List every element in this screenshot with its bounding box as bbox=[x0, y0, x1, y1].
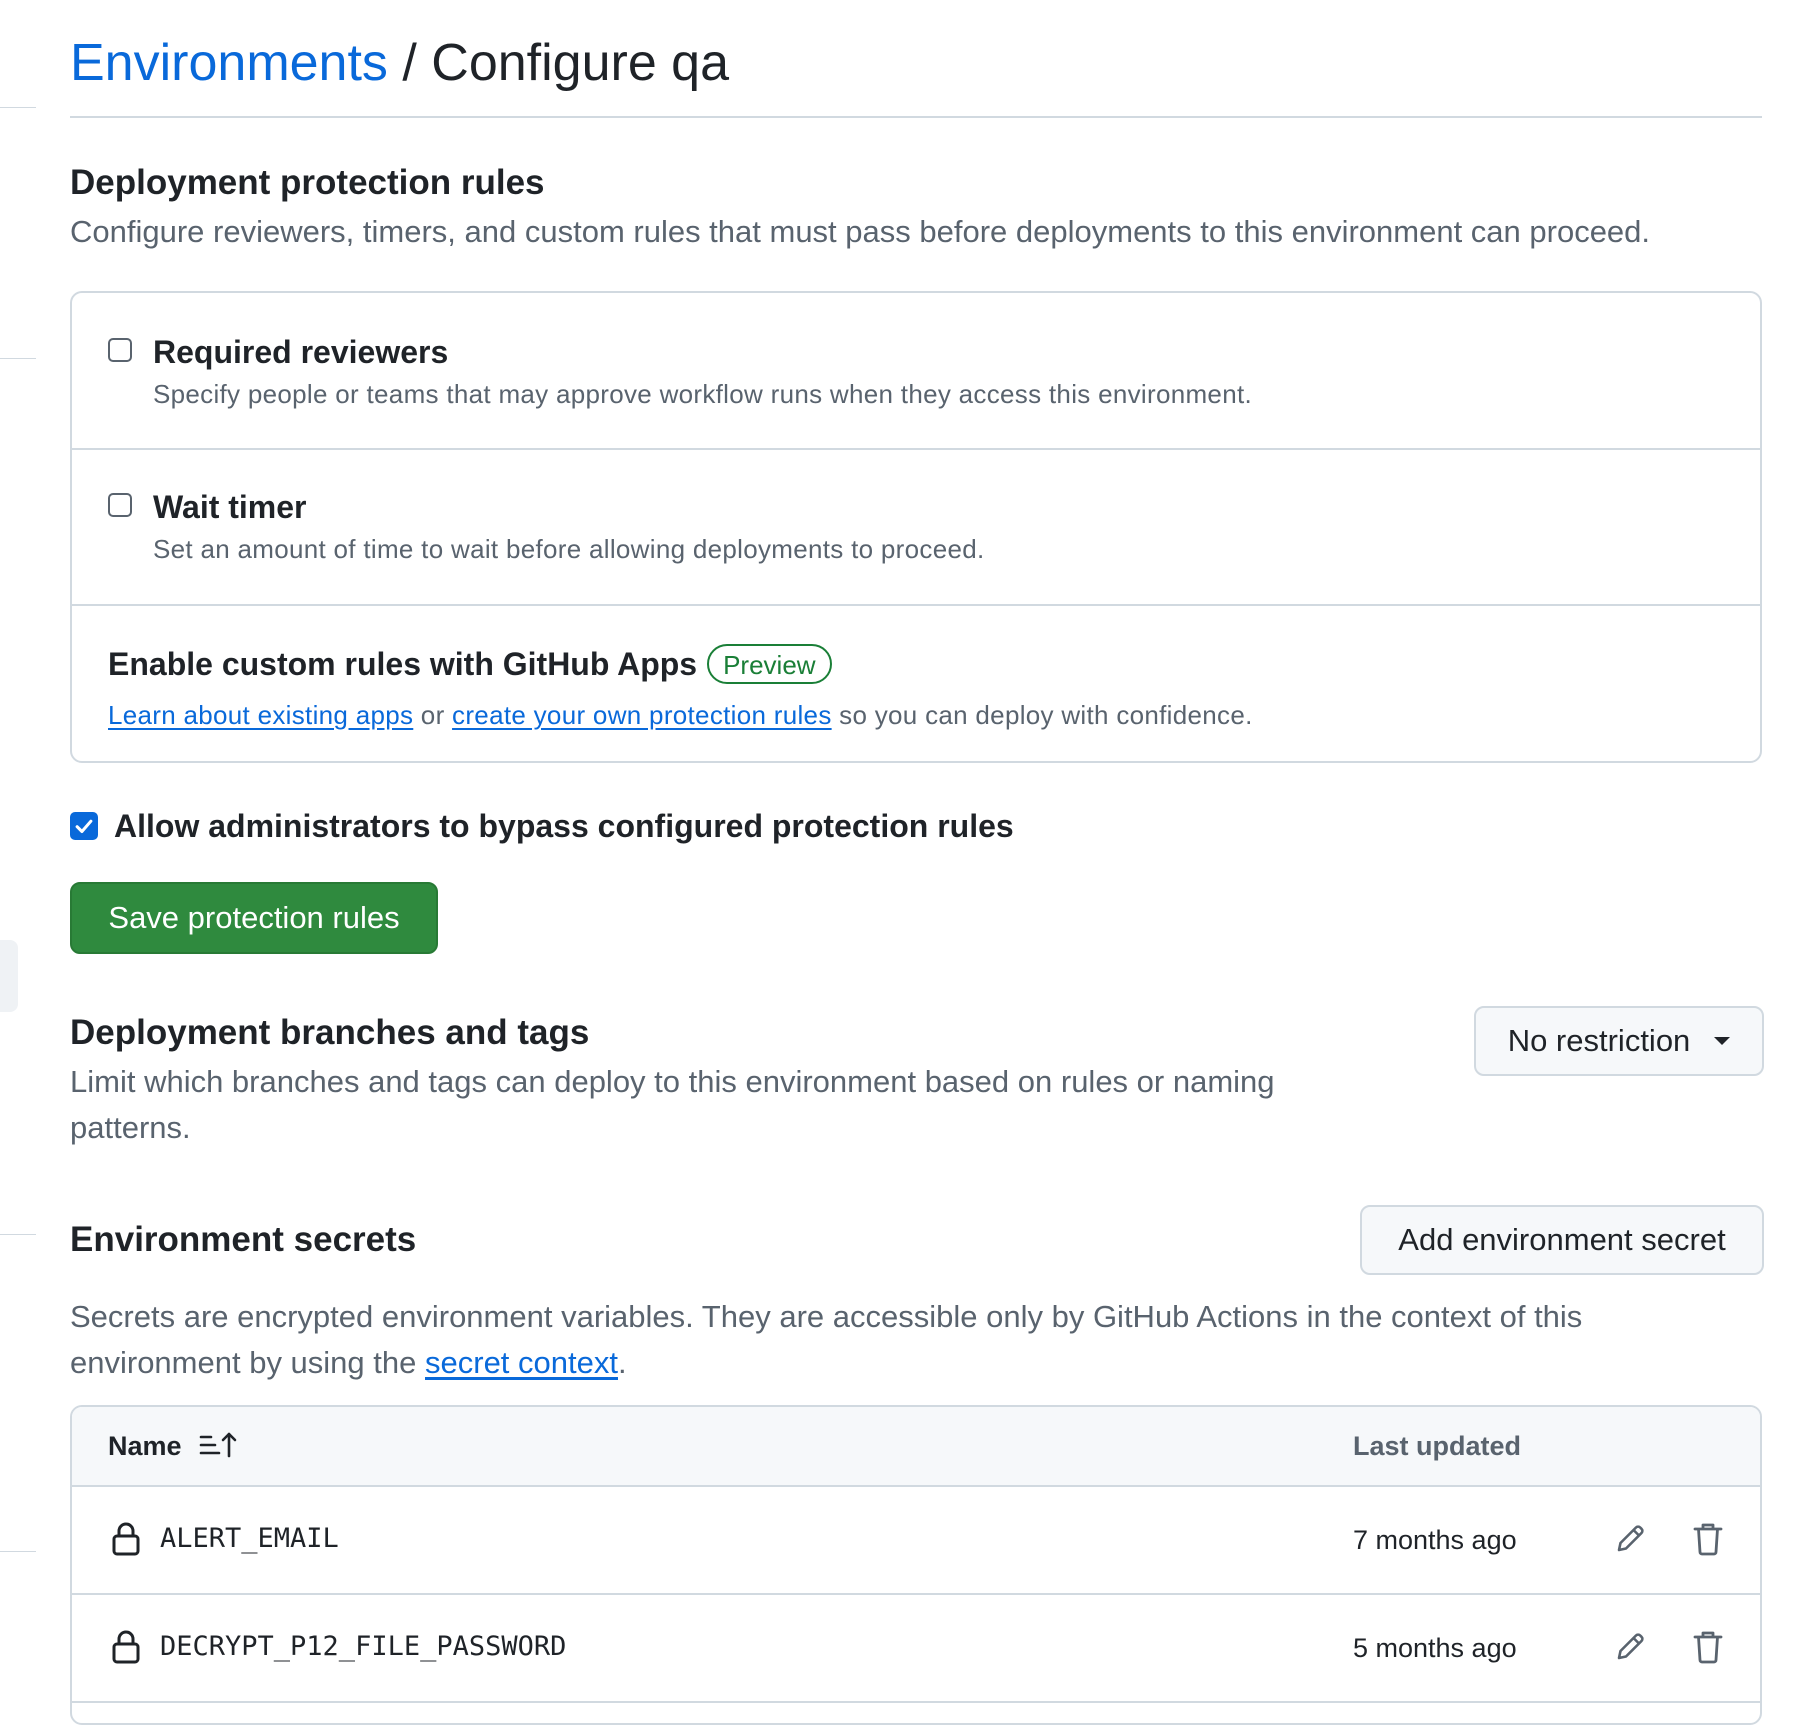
sidebar-divider bbox=[0, 1551, 36, 1552]
table-header: Name Last updated bbox=[72, 1407, 1760, 1487]
column-name-label: Name bbox=[108, 1431, 182, 1461]
caret-down-icon bbox=[1714, 1037, 1731, 1045]
save-protection-rules-button[interactable]: Save protection rules bbox=[70, 882, 438, 954]
protection-rules-box: Required reviewers Specify people or tea… bbox=[70, 291, 1762, 763]
text-or: or bbox=[413, 700, 453, 730]
secrets-description-end: . bbox=[617, 1345, 627, 1380]
secrets-description-text: Secrets are encrypted environment variab… bbox=[70, 1299, 1583, 1380]
breadcrumb: Environments / Configure qa bbox=[70, 30, 729, 96]
secret-context-link[interactable]: secret context bbox=[425, 1345, 618, 1380]
lock-icon bbox=[104, 1517, 148, 1561]
protection-rules-title: Deployment protection rules bbox=[70, 163, 545, 202]
breadcrumb-separator: / bbox=[387, 34, 432, 92]
branches-description: Limit which branches and tags can deploy… bbox=[70, 1064, 1275, 1145]
rule-description: Set an amount of time to wait before all… bbox=[153, 534, 985, 564]
page-title: Configure qa bbox=[431, 34, 730, 92]
custom-rules-description: Learn about existing apps or create your… bbox=[108, 698, 1253, 732]
pencil-icon[interactable] bbox=[1608, 1625, 1652, 1669]
pencil-icon[interactable] bbox=[1608, 1517, 1652, 1561]
column-name-header[interactable]: Name bbox=[108, 1429, 239, 1464]
secret-last-updated: 7 months ago bbox=[1353, 1525, 1517, 1555]
table-row: ALERT_EMAIL 7 months ago bbox=[72, 1487, 1760, 1595]
rule-custom-github-apps: Enable custom rules with GitHub Apps Prev… bbox=[72, 606, 1760, 763]
rule-wait-timer: Wait timer Set an amount of time to wait… bbox=[72, 450, 1760, 606]
sidebar-divider bbox=[0, 107, 36, 108]
secret-name: DECRYPT_P12_FILE_PASSWORD bbox=[160, 1631, 567, 1662]
secrets-description: Secrets are encrypted environment variab… bbox=[70, 1294, 1730, 1386]
trash-icon[interactable] bbox=[1686, 1625, 1730, 1669]
rule-required-reviewers: Required reviewers Specify people or tea… bbox=[72, 293, 1760, 450]
page-header: Environments / Configure qa bbox=[70, 0, 1762, 118]
sidebar-active-indicator bbox=[0, 940, 18, 1012]
sort-ascending-icon[interactable] bbox=[199, 1429, 239, 1461]
check-icon bbox=[75, 819, 93, 834]
secret-last-updated: 5 months ago bbox=[1353, 1633, 1517, 1663]
breadcrumb-environments-link[interactable]: Environments bbox=[70, 34, 388, 92]
protection-rules-description: Configure reviewers, timers, and custom … bbox=[70, 214, 1651, 249]
branches-title: Deployment branches and tags bbox=[70, 1013, 590, 1052]
required-reviewers-checkbox[interactable] bbox=[108, 338, 132, 362]
branch-restriction-dropdown[interactable]: No restriction bbox=[1474, 1006, 1764, 1076]
rule-title: Wait timer bbox=[153, 489, 307, 525]
secret-name: ALERT_EMAIL bbox=[160, 1523, 339, 1554]
dropdown-value: No restriction bbox=[1507, 1023, 1691, 1058]
custom-rules-title: Enable custom rules with GitHub Apps Prev… bbox=[108, 643, 832, 687]
create-protection-rules-link[interactable]: create your own protection rules bbox=[452, 700, 832, 730]
secrets-table: Name Last updated ALERT_EMAIL 7 months a… bbox=[70, 1405, 1762, 1725]
custom-rules-title-text: Enable custom rules with GitHub Apps bbox=[108, 646, 698, 682]
admin-bypass-checkbox[interactable] bbox=[70, 812, 98, 840]
sidebar-divider bbox=[0, 1234, 36, 1235]
rule-description: Specify people or teams that may approve… bbox=[153, 379, 1252, 409]
preview-badge: Preview bbox=[707, 643, 832, 684]
text-after: so you can deploy with confidence. bbox=[831, 700, 1253, 730]
table-row: DECRYPT_P12_FILE_PASSWORD 5 months ago bbox=[72, 1595, 1760, 1703]
lock-icon bbox=[104, 1625, 148, 1669]
learn-existing-apps-link[interactable]: Learn about existing apps bbox=[108, 700, 413, 730]
secrets-title: Environment secrets bbox=[70, 1220, 417, 1259]
trash-icon[interactable] bbox=[1686, 1517, 1730, 1561]
wait-timer-checkbox[interactable] bbox=[108, 493, 132, 517]
column-updated-header: Last updated bbox=[1353, 1431, 1522, 1461]
admin-bypass-label: Allow administrators to bypass configure… bbox=[114, 808, 1014, 844]
main-content: Environments / Configure qa Deployment p… bbox=[70, 0, 1764, 1725]
rule-title: Required reviewers bbox=[153, 334, 449, 370]
sidebar-divider bbox=[0, 358, 36, 359]
add-environment-secret-button[interactable]: Add environment secret bbox=[1360, 1205, 1764, 1275]
